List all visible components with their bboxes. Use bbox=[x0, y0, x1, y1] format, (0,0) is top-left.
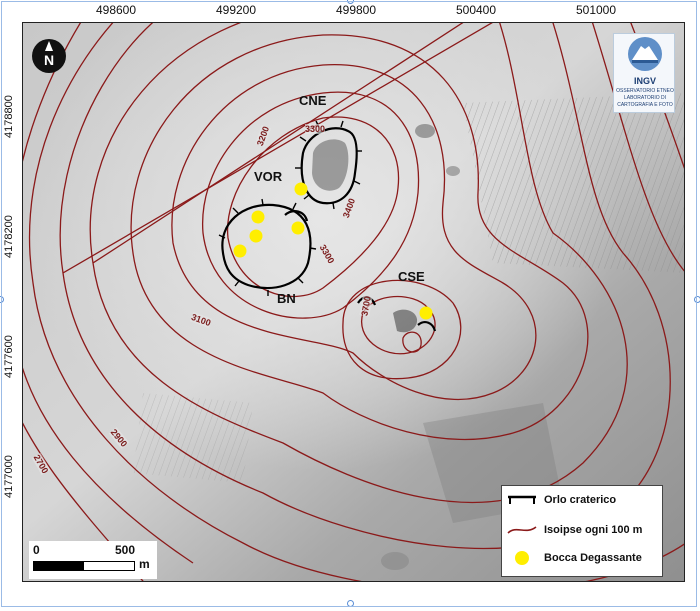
ingv-logo: INGV OSSERVATORIO ETNEO LABORATORIO DI C… bbox=[613, 33, 675, 113]
x-tick-label: 499800 bbox=[335, 3, 377, 17]
degassing-vent bbox=[419, 306, 433, 320]
scale-bar-segment-white bbox=[83, 561, 135, 571]
pit-crater bbox=[446, 166, 460, 176]
x-tick-label: 499200 bbox=[215, 3, 257, 17]
logo-line-1: OSSERVATORIO ETNEO bbox=[616, 88, 674, 94]
crater-label-bn: BN bbox=[277, 291, 296, 306]
scale-start-label: 0 bbox=[33, 543, 40, 557]
contour-symbol-icon bbox=[506, 521, 538, 539]
y-tick-label: 4178200 bbox=[3, 215, 15, 258]
y-tick-label: 4178800 bbox=[3, 95, 15, 138]
pit-crater bbox=[381, 552, 409, 570]
legend-rim-label: Orlo craterico bbox=[544, 494, 617, 506]
rim-symbol-icon bbox=[506, 491, 538, 509]
logo-line-3: CARTOGRAFIA E FOTO bbox=[617, 102, 673, 108]
vent-symbol-icon bbox=[506, 549, 538, 567]
legend-vent-label: Bocca Degassante bbox=[544, 552, 642, 564]
legend-contour-label: Isoipse ogni 100 m bbox=[544, 524, 643, 536]
relief-map[interactable]: CNE VOR BN CSE 3300 3200 3400 3300 3100 … bbox=[22, 22, 685, 582]
north-arrow-icon: N bbox=[32, 39, 66, 73]
scale-unit-label: m bbox=[139, 557, 150, 571]
lava-flow-texture bbox=[463, 93, 684, 273]
southern-rough-terrain bbox=[133, 393, 253, 483]
degassing-vent bbox=[294, 182, 308, 196]
figure-frame: 498600 499200 499800 500400 501000 41788… bbox=[0, 0, 700, 611]
volcano-logo-icon bbox=[628, 37, 662, 71]
degassing-vent bbox=[291, 221, 305, 235]
scale-end-label: 500 bbox=[115, 543, 136, 557]
pit-crater bbox=[415, 124, 435, 138]
legend-row-vent: Bocca Degassante bbox=[506, 548, 642, 568]
contour-label: 3300 bbox=[305, 124, 326, 134]
degassing-vent bbox=[251, 210, 265, 224]
legend-row-contour: Isoipse ogni 100 m bbox=[506, 520, 642, 540]
degassing-vent bbox=[233, 244, 247, 258]
y-tick-label: 4177000 bbox=[3, 455, 15, 498]
crater-label-cne: CNE bbox=[299, 93, 327, 108]
crater-label-cse: CSE bbox=[398, 269, 425, 284]
scale-bar: 0 500 m bbox=[29, 541, 157, 579]
x-tick-label: 500400 bbox=[455, 3, 497, 17]
crater-label-vor: VOR bbox=[254, 169, 283, 184]
legend-row-rim: Orlo craterico bbox=[506, 490, 616, 510]
x-tick-label: 501000 bbox=[575, 3, 617, 17]
x-tick-label: 498600 bbox=[95, 3, 137, 17]
y-tick-label: 4177600 bbox=[3, 335, 15, 378]
map-legend: Orlo craterico Isoipse ogni 100 m Bocca … bbox=[501, 485, 663, 577]
scale-bar-segment-black bbox=[33, 561, 85, 571]
logo-line-2: LABORATORIO DI bbox=[623, 95, 667, 101]
north-arrow: N bbox=[30, 37, 68, 75]
degassing-vent bbox=[249, 229, 263, 243]
north-letter: N bbox=[44, 52, 54, 68]
logo-acronym: INGV bbox=[633, 76, 656, 86]
